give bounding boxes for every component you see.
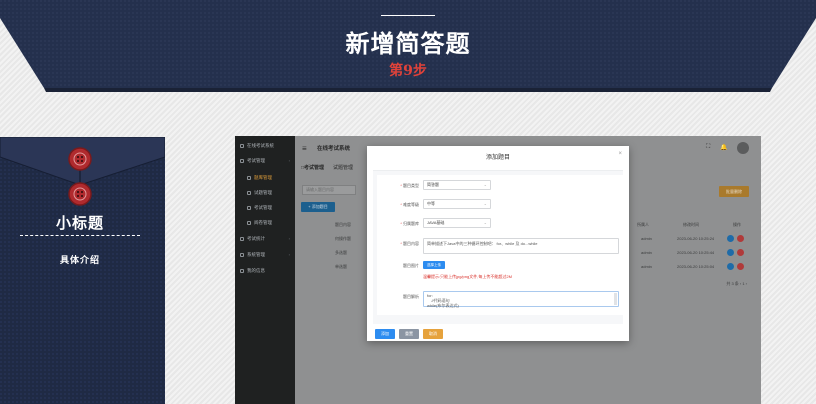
cancel-button[interactable]: 取消 (423, 329, 443, 339)
close-icon[interactable]: × (618, 151, 622, 157)
type-select[interactable]: 简答题 ⌄ (423, 180, 491, 190)
sidebar-brand[interactable]: 在线考试系统 (235, 140, 295, 152)
envelope-subtitle: 具体介绍 (59, 255, 100, 265)
chevron-icon: › (288, 158, 290, 163)
edit-icon[interactable] (727, 235, 734, 242)
grid-icon (240, 158, 244, 163)
sidebar-item-grading[interactable]: 阅卷管理 (235, 217, 295, 229)
pagination[interactable]: 共 3 条 ‹ 1 › (726, 281, 747, 287)
analysis-editor[interactable]: for: //代码语句 while(布尔表达式) (423, 291, 619, 308)
cell-content: 单选题 (335, 264, 347, 269)
sidebar-item-exams[interactable]: 考试管理 (235, 202, 295, 214)
fullscreen-icon[interactable]: ⛶ (706, 144, 710, 151)
menu-icon[interactable]: ≡ (302, 144, 307, 153)
button-icon (68, 182, 92, 206)
cell-time: 2023-06-20 10:25:44 (677, 250, 715, 255)
column-header: 题目内容 (335, 222, 351, 227)
sidebar-item-exam-management[interactable]: 考试管理 › (235, 155, 295, 167)
cell-owner: admin (641, 250, 652, 255)
grid-icon (247, 205, 251, 210)
bank-label: * 归属题库 (400, 221, 419, 226)
edit-icon[interactable] (727, 263, 734, 270)
chevron-icon: › (288, 236, 290, 241)
grid-icon (240, 236, 244, 241)
cell-content: 何操作题 (335, 236, 351, 241)
chevron-down-icon: ⌄ (483, 220, 487, 225)
tab-question-management[interactable]: 试题管理 (333, 162, 353, 174)
banner-divider (381, 15, 435, 16)
envelope-title: 小标题 (55, 214, 104, 232)
delete-icon[interactable] (737, 235, 744, 242)
analysis-label: 题目解析 (403, 294, 419, 299)
column-header: 操作 (733, 222, 741, 227)
page-title: 新增简答题 (345, 29, 471, 58)
top-banner: 新增简答题 第9步 (0, 0, 816, 92)
delete-icon[interactable] (737, 249, 744, 256)
content-textarea[interactable]: 简单描述下Java中的三种循环控制吧： for、while 及 do...whi… (423, 238, 619, 254)
sidebar-item-questions[interactable]: 试题管理 (235, 187, 295, 199)
button-icon (68, 147, 92, 171)
sidebar-item-system[interactable]: 系统管理 › (235, 249, 295, 261)
sidebar-item-statistics[interactable]: 考试统计 › (235, 233, 295, 245)
grid-icon (240, 268, 244, 273)
cell-time: 2023-06-20 10:25:24 (677, 236, 715, 241)
envelope-shape (0, 137, 165, 404)
cell-content: 多选题 (335, 250, 347, 255)
sidebar-item-question-bank[interactable]: 题库管理 (235, 172, 295, 184)
app-sidebar: 在线考试系统 考试管理 › 题库管理 试题管理 考试管理 阅卷管理 考试统计 › 系… (235, 136, 295, 404)
edit-icon[interactable] (727, 249, 734, 256)
bank-select[interactable]: JAVA基础 ⌄ (423, 218, 491, 228)
grid-icon (240, 252, 244, 257)
difficulty-select[interactable]: 中等 ⌄ (423, 199, 491, 209)
side-envelope-panel: 小标题 具体介绍 (0, 137, 165, 404)
difficulty-label: * 难度等级 (400, 202, 419, 207)
reset-button[interactable]: 重置 (399, 329, 419, 339)
avatar[interactable] (737, 142, 749, 154)
cell-time: 2023-06-20 10:25:04 (677, 264, 715, 269)
modal-title: 添加题目 (485, 155, 510, 161)
app-screenshot: 在线考试系统 考试管理 › 题库管理 试题管理 考试管理 阅卷管理 考试统计 › 系… (235, 136, 761, 404)
cell-owner: admin (641, 264, 652, 269)
add-question-modal: 添加题目 × * 题目类型 简答题 ⌄ * 难度等级 中等 ⌄ * 归属题库 JAV… (367, 146, 629, 341)
grid-icon (247, 220, 251, 225)
analysis-text: for: //代码语句 while(布尔表达式) (427, 293, 459, 308)
add-question-button[interactable]: + 添加题目 (301, 202, 335, 212)
sidebar-item-profile[interactable]: 我的信息 (235, 265, 295, 277)
upload-hint: 温馨提示:只能上传jpg/png文件,每上传不能超过2M (423, 274, 512, 279)
modal-body: * 题目类型 简答题 ⌄ * 难度等级 中等 ⌄ * 归属题库 JAVA基础 ⌄ * … (373, 170, 623, 324)
chevron-down-icon: ⌄ (483, 201, 487, 206)
grid-icon (240, 143, 244, 148)
search-input[interactable]: 请输入题目内容 (302, 185, 356, 195)
app-name: 在线考试系统 (317, 146, 351, 152)
type-label: * 题目类型 (400, 183, 419, 188)
image-label: 题目图片 (403, 263, 419, 268)
submit-button[interactable]: 添加 (375, 329, 395, 339)
tab-exam-management[interactable]: □考试管理 (301, 162, 324, 174)
column-header: 修改时间 (683, 222, 699, 227)
content-label: * 题目内容 (400, 241, 419, 246)
bell-icon[interactable]: 🔔 (720, 144, 727, 151)
chevron-icon: › (288, 252, 290, 257)
chevron-down-icon: ⌄ (483, 182, 487, 187)
cell-owner: admin (641, 236, 652, 241)
question-form: * 题目类型 简答题 ⌄ * 难度等级 中等 ⌄ * 归属题库 JAVA基础 ⌄ * … (377, 175, 623, 315)
batch-delete-button[interactable]: 批量删除 (719, 186, 749, 197)
envelope-divider (20, 235, 140, 236)
step-label: 第9步 (389, 63, 427, 79)
delete-icon[interactable] (737, 263, 744, 270)
grid-icon (247, 190, 251, 195)
column-header: 所属人 (637, 222, 649, 227)
grid-icon (247, 175, 251, 180)
upload-button[interactable]: 选择上传 (423, 261, 445, 269)
scrollbar[interactable] (614, 293, 617, 305)
